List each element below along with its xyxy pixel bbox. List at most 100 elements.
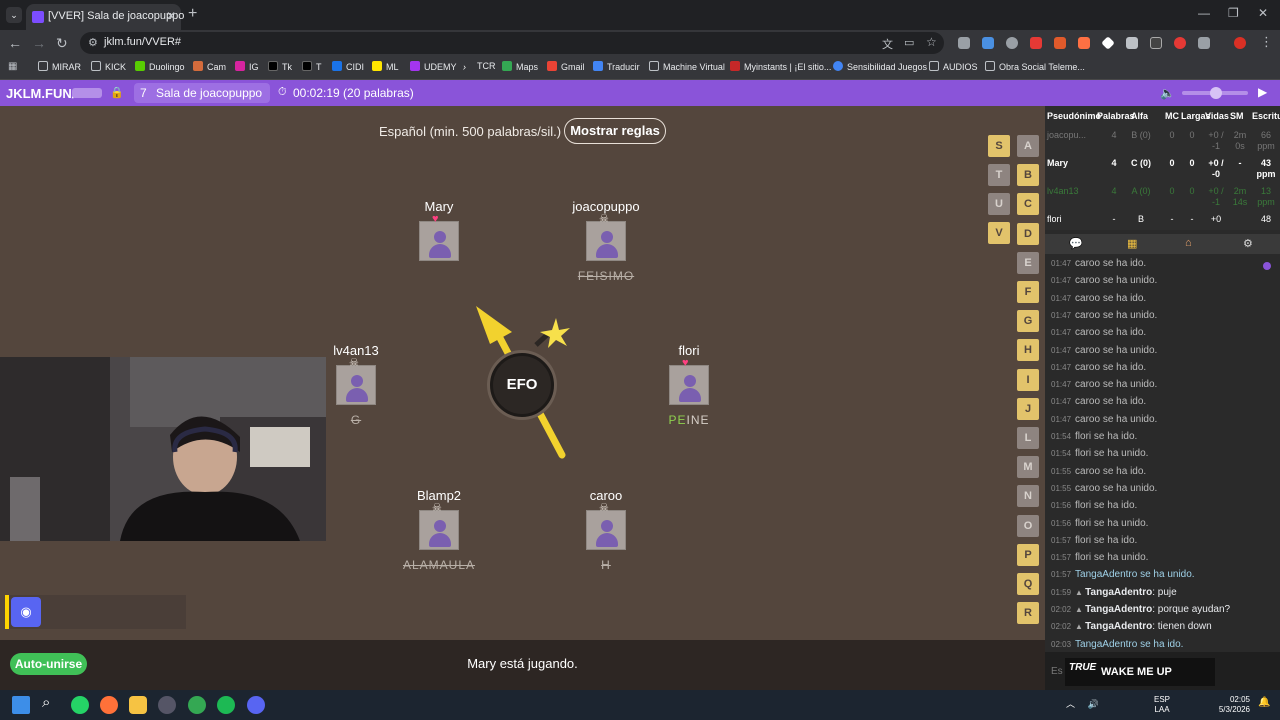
chat-message: 01:59 ▲ TangaAdentro: puje xyxy=(1051,587,1177,598)
bonus-letter: F xyxy=(1017,281,1039,303)
bookmark-item[interactable]: Machine Virtual xyxy=(649,61,725,72)
scoreboard-header[interactable]: Pseudónimo xyxy=(1047,111,1101,121)
speaker-icon[interactable]: 🔊 xyxy=(1088,699,1099,709)
bookmark-item[interactable]: Duolingo xyxy=(135,61,185,72)
windows-start-icon[interactable] xyxy=(12,696,30,714)
whatsapp-icon[interactable] xyxy=(71,696,89,714)
volume-slider-knob[interactable] xyxy=(1210,87,1222,99)
chat-username[interactable]: TangaAdentro xyxy=(1085,621,1152,632)
bookmark-item[interactable]: AUDIOS xyxy=(929,61,978,72)
volume-icon[interactable]: 🔈 xyxy=(1160,86,1175,100)
extension-icon[interactable] xyxy=(958,37,970,49)
site-info-icon[interactable]: ⚙ xyxy=(88,36,98,49)
bookmark-item[interactable]: Tk xyxy=(268,61,292,72)
scoreboard-header[interactable]: MC xyxy=(1165,111,1179,121)
bookmark-item[interactable]: Gmail xyxy=(547,61,585,72)
show-rules-button[interactable]: Mostrar reglas xyxy=(564,118,666,144)
file-explorer-icon[interactable] xyxy=(129,696,147,714)
system-clock[interactable]: 02:05 5/3/2026 xyxy=(1216,695,1250,715)
bookmark-item[interactable]: T xyxy=(302,61,322,72)
bookmark-item[interactable]: MIRAR xyxy=(38,61,81,72)
reload-icon[interactable]: ↻ xyxy=(56,35,68,52)
bonus-letter: C xyxy=(1017,193,1039,216)
collapse-sidebar-icon[interactable]: ▶ xyxy=(1258,85,1267,99)
search-icon[interactable]: ⌕ xyxy=(42,694,50,711)
apps-grid-icon[interactable]: ▦ xyxy=(8,61,17,72)
forward-icon[interactable]: → xyxy=(32,35,46,51)
app-icon[interactable] xyxy=(158,696,176,714)
cast-icon[interactable]: ▭ xyxy=(904,36,914,49)
bookmark-item[interactable]: Sensibilidad Juegos xyxy=(833,61,927,72)
bookmark-item[interactable]: ML xyxy=(372,61,399,72)
word-match: PE xyxy=(668,413,687,427)
firefox-icon[interactable] xyxy=(100,696,118,714)
url-text[interactable]: jklm.fun/VVER# xyxy=(104,36,181,48)
discord-icon[interactable]: ◉ xyxy=(11,597,41,627)
chat-text: caroo se ha ido. xyxy=(1075,258,1147,269)
skull-icon: ☠ xyxy=(599,502,609,514)
scoreboard-header[interactable]: Vidas xyxy=(1205,111,1229,121)
chat-input[interactable]: Es TRUE WAKE ME UP xyxy=(1045,652,1280,690)
chat-text: caroo se ha ido. xyxy=(1075,327,1147,339)
extension-icon[interactable] xyxy=(1078,37,1090,49)
extension-icon[interactable] xyxy=(1030,37,1042,49)
scoreboard-header[interactable]: Escritura xyxy=(1252,111,1280,121)
site-logo[interactable]: JKLM.FUN/ xyxy=(6,86,75,101)
bookmark-item[interactable]: Myinstants | ¡El sitio... xyxy=(730,61,831,72)
bookmark-item[interactable]: › TCR xyxy=(463,61,496,72)
chat-timestamp: 01:47 xyxy=(1051,362,1072,372)
browser-tab[interactable]: [VVER] Sala de joacopuppo ✕ xyxy=(26,4,184,30)
bookmark-item[interactable]: Obra Social Teleme... xyxy=(985,61,1085,72)
avatar xyxy=(419,510,459,550)
lock-icon[interactable]: 🔒 xyxy=(110,86,124,99)
scoreboard-cell: 4 xyxy=(1111,158,1117,168)
user-icon: ▲ xyxy=(1075,605,1086,614)
scoreboard-header[interactable]: Alfa xyxy=(1131,111,1148,121)
spotify-icon[interactable] xyxy=(217,696,235,714)
menu-kebab-icon[interactable]: ⋮ xyxy=(1260,34,1273,50)
maximize-icon[interactable]: ❐ xyxy=(1228,6,1239,20)
input-language[interactable]: ESP LAA xyxy=(1154,695,1170,715)
bookmark-item[interactable]: Maps xyxy=(502,61,538,72)
minimize-icon[interactable]: — xyxy=(1198,6,1210,20)
chat-timestamp: 01:56 xyxy=(1051,518,1072,528)
bookmark-item[interactable]: Traducir xyxy=(593,61,640,72)
chat-scroll-indicator[interactable] xyxy=(1263,262,1271,270)
tab-list-button[interactable]: ⌄ xyxy=(6,7,22,23)
extension-icon[interactable] xyxy=(982,37,994,49)
scoreboard-header[interactable]: Palabras xyxy=(1097,111,1135,121)
scoreboard-tab-icon[interactable]: ▦ xyxy=(1127,237,1137,250)
tray-chevron-icon[interactable]: ︿ xyxy=(1066,699,1075,709)
chat-username[interactable]: TangaAdentro xyxy=(1085,604,1152,615)
extension-icon[interactable] xyxy=(1006,37,1018,49)
scoreboard-header[interactable]: SM xyxy=(1230,111,1244,121)
chrome-icon[interactable] xyxy=(188,696,206,714)
omnibox[interactable]: ⚙ jklm.fun/VVER# 文 ▭ ☆ xyxy=(80,32,944,54)
bookmark-item[interactable]: Cam xyxy=(193,61,226,72)
bookmark-item[interactable]: CIDI xyxy=(332,61,364,72)
translate-icon[interactable]: 文 xyxy=(882,36,893,52)
chat-username[interactable]: TangaAdentro xyxy=(1085,587,1152,598)
discord-taskbar-icon[interactable] xyxy=(247,696,265,714)
profile-avatar[interactable] xyxy=(1234,37,1246,49)
bookmark-item[interactable]: IG xyxy=(235,61,259,72)
extensions-puzzle-icon[interactable] xyxy=(1198,37,1210,49)
chat-tab-icon[interactable]: 💬 xyxy=(1069,237,1083,250)
close-window-icon[interactable]: ✕ xyxy=(1258,6,1268,20)
extension-icon[interactable] xyxy=(1150,37,1162,49)
settings-gear-icon[interactable]: ⚙ xyxy=(1243,237,1253,250)
extension-icon[interactable] xyxy=(1101,36,1115,50)
shield-icon[interactable] xyxy=(1126,37,1138,49)
room-tab-icon[interactable]: ⌂ xyxy=(1185,237,1192,249)
new-tab-button[interactable]: + xyxy=(188,5,197,23)
notifications-icon[interactable]: 🔔 xyxy=(1258,697,1270,708)
bookmark-item[interactable]: UDEMY xyxy=(410,61,457,72)
back-icon[interactable]: ← xyxy=(8,35,22,51)
adblock-icon[interactable] xyxy=(1054,37,1066,49)
chat-text: flori se ha ido. xyxy=(1075,534,1138,546)
bookmark-star-icon[interactable]: ☆ xyxy=(926,35,937,49)
extension-icon[interactable] xyxy=(1174,37,1186,49)
discord-widget[interactable]: ◉ xyxy=(5,595,186,629)
tab-close-icon[interactable]: ✕ xyxy=(166,9,176,23)
bookmark-item[interactable]: KICK xyxy=(91,61,126,72)
